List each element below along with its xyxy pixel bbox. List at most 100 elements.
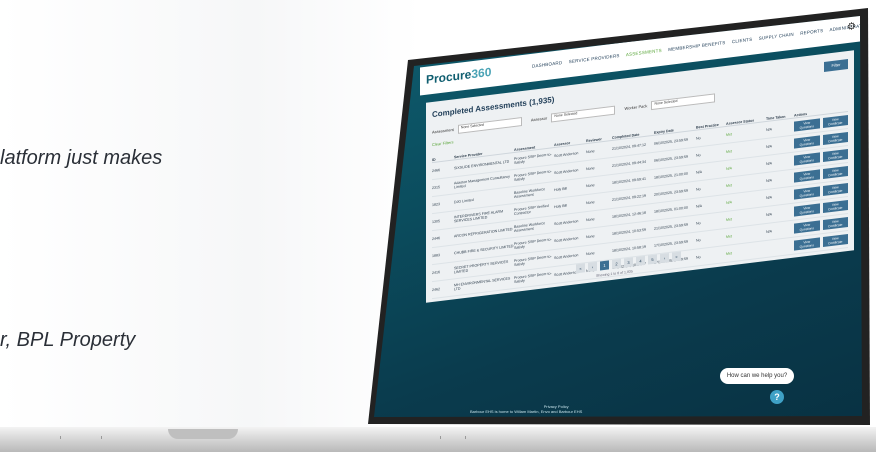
cell-completed: 18/10/2024, 10:58:19 [612, 244, 646, 253]
cell-expiry: 20/10/2025, 23:59:59 [654, 188, 688, 197]
view-certificate-button[interactable]: View Certificate [822, 233, 848, 248]
laptop-vent [60, 436, 102, 439]
testimonial-line-2: r, BPL Property [0, 329, 136, 351]
view-questions-button[interactable]: View Questions [794, 203, 820, 217]
view-certificate-button[interactable]: View Certificate [822, 148, 848, 163]
cell-expiry: 18/10/2025, 01:00:00 [654, 205, 688, 214]
view-certificate-button[interactable]: View Certificate [822, 114, 848, 129]
cell-service-provider: DJG Limited [454, 197, 474, 205]
nav-membership-benefits[interactable]: MEMBERSHIP BENEFITS [668, 40, 725, 52]
nav-reports[interactable]: REPORTS [800, 28, 823, 36]
nav-supply-chain[interactable]: SUPPLY CHAIN [759, 32, 794, 41]
page-button[interactable]: 2 [612, 258, 621, 269]
view-questions-button[interactable]: View Questions [794, 237, 820, 251]
cell-completed: 21/10/2024, 09:22:19 [612, 193, 646, 202]
cell-status: Met [726, 217, 732, 222]
cell-time: N/A [766, 212, 772, 218]
laptop-notch [168, 429, 238, 439]
app-screen: Procure360 DASHBOARD SERVICE PROVIDERS A… [374, 16, 862, 417]
cell-expiry: 18/10/2025, 21:00:00 [654, 171, 688, 180]
assessment-select[interactable]: None Selected [457, 117, 522, 134]
nav-clients[interactable]: CLIENTS [732, 37, 752, 45]
footer-text: Barbour EHS is home to Willam Martin, En… [470, 409, 583, 414]
app-logo[interactable]: Procure360 [426, 65, 491, 87]
nav-dashboard[interactable]: DASHBOARD [532, 60, 562, 69]
page-button[interactable]: 5 [648, 254, 657, 265]
cell-id: 1823 [432, 202, 440, 208]
cell-best-practice: No [696, 153, 701, 158]
cell-assessment: Procure SSIP Verified Contractor [514, 203, 549, 217]
cell-status: Met [726, 183, 732, 188]
cell-assessment: Procure SSIP Deem-to-Satisfy [514, 254, 552, 268]
view-certificate-button[interactable]: View Certificate [822, 216, 848, 231]
page-button[interactable]: 1 [600, 260, 609, 271]
page-button[interactable]: 4 [636, 255, 645, 267]
worker-pack-filter-label: Worker Pack [624, 103, 648, 111]
page-button[interactable]: ‹ [588, 261, 597, 272]
cell-completed: 18/10/2024, 10:53:59 [612, 227, 646, 236]
filter-button[interactable]: Filter [824, 58, 848, 72]
assessment-filter-label: Assessment [432, 126, 454, 135]
app-footer: Privacy Policy Barbour EHS is home to Wi… [470, 404, 582, 414]
cell-reviewer: None [586, 200, 595, 206]
cell-time [766, 246, 794, 249]
cell-reviewer: None [586, 149, 595, 155]
gear-icon[interactable]: ⚙ [847, 21, 856, 33]
view-questions-button[interactable]: View Questions [794, 135, 820, 149]
view-questions-button[interactable]: View Questions [794, 186, 820, 200]
view-certificate-button[interactable]: View Certificate [822, 165, 848, 180]
cell-completed: 21/10/2024, 09:47:12 [612, 142, 646, 151]
cell-id: 2466 [432, 168, 440, 174]
cell-id: 1883 [432, 253, 440, 259]
view-certificate-button[interactable]: View Certificate [822, 182, 848, 197]
page-button[interactable]: › [660, 252, 669, 264]
nav-assessments[interactable]: ASSESSMENTS [626, 48, 662, 57]
cell-assessment: Baseline Workforce Assessment [514, 187, 546, 200]
cell-service-provider: SIXSLIDE ENVIRONMENTAL LTD [454, 159, 510, 171]
cell-time: N/A [766, 195, 772, 201]
help-icon[interactable]: ? [770, 390, 784, 404]
cell-time: N/A [766, 161, 772, 167]
cell-completed: 18/10/2024, 12:46:18 [612, 210, 646, 219]
view-certificate-button[interactable]: View Certificate [822, 131, 848, 146]
logo-accent: 360 [471, 64, 492, 82]
cell-expiry: 06/10/2025, 23:59:59 [654, 154, 688, 163]
worker-pack-select[interactable]: None Selected [651, 93, 716, 111]
laptop-screen: Procure360 DASHBOARD SERVICE PROVIDERS A… [360, 0, 876, 452]
help-chat-prompt[interactable]: How can we help you? [720, 368, 794, 384]
cell-completed: 21/10/2024, 09:44:34 [612, 159, 646, 168]
cell-service-provider: ARCON REFRIGERATION LIMITED [454, 227, 513, 239]
view-questions-button[interactable]: View Questions [794, 152, 820, 166]
cell-time: N/A [766, 178, 772, 184]
nav-service-providers[interactable]: SERVICE PROVIDERS [569, 53, 620, 64]
page-button[interactable]: « [576, 263, 585, 274]
cell-best-practice: No [696, 238, 701, 243]
cell-status: Met [726, 251, 732, 256]
view-questions-button[interactable]: View Questions [794, 169, 820, 183]
cell-time: N/A [766, 144, 772, 150]
cell-completed: 18/10/2024, 09:59:41 [612, 176, 646, 185]
cell-id: 1305 [432, 219, 440, 225]
cell-status: Met [726, 234, 732, 239]
cell-service-provider: CHUBB FIRE & SECURITY LIMITED [454, 244, 514, 256]
view-questions-button[interactable]: View Questions [794, 118, 820, 132]
page-button[interactable]: » [672, 251, 681, 262]
cell-reviewer: None [586, 234, 595, 240]
cell-assessment: Procure SSIP Deem-to-Satisfy [514, 169, 552, 183]
testimonial-panel: latform just makes r, BPL Property [0, 0, 420, 452]
cell-assessment: Procure SSIP Deem-to-Satisfy [514, 152, 552, 166]
cell-assessor: Scott Anderson [554, 151, 579, 159]
page-button[interactable]: 3 [624, 257, 633, 268]
cell-assessment: Procure SSIP Deem-to-Satisfy [514, 237, 552, 251]
cell-status: N/A [726, 166, 732, 171]
cell-reviewer: None [586, 251, 595, 257]
cell-reviewer: None [586, 166, 595, 172]
assessments-table: ID Service Provider Assessment Assessor … [432, 100, 848, 300]
cell-best-practice: N/A [696, 203, 702, 209]
view-certificate-button[interactable]: View Certificate [822, 199, 848, 214]
view-questions-button[interactable]: View Questions [794, 220, 820, 234]
cell-time: N/A [766, 229, 772, 235]
assessor-select[interactable]: None Selected [551, 105, 616, 123]
cell-assessor: Scott Anderson [554, 219, 579, 227]
clear-filters-link[interactable]: Clear Filters [432, 139, 454, 147]
